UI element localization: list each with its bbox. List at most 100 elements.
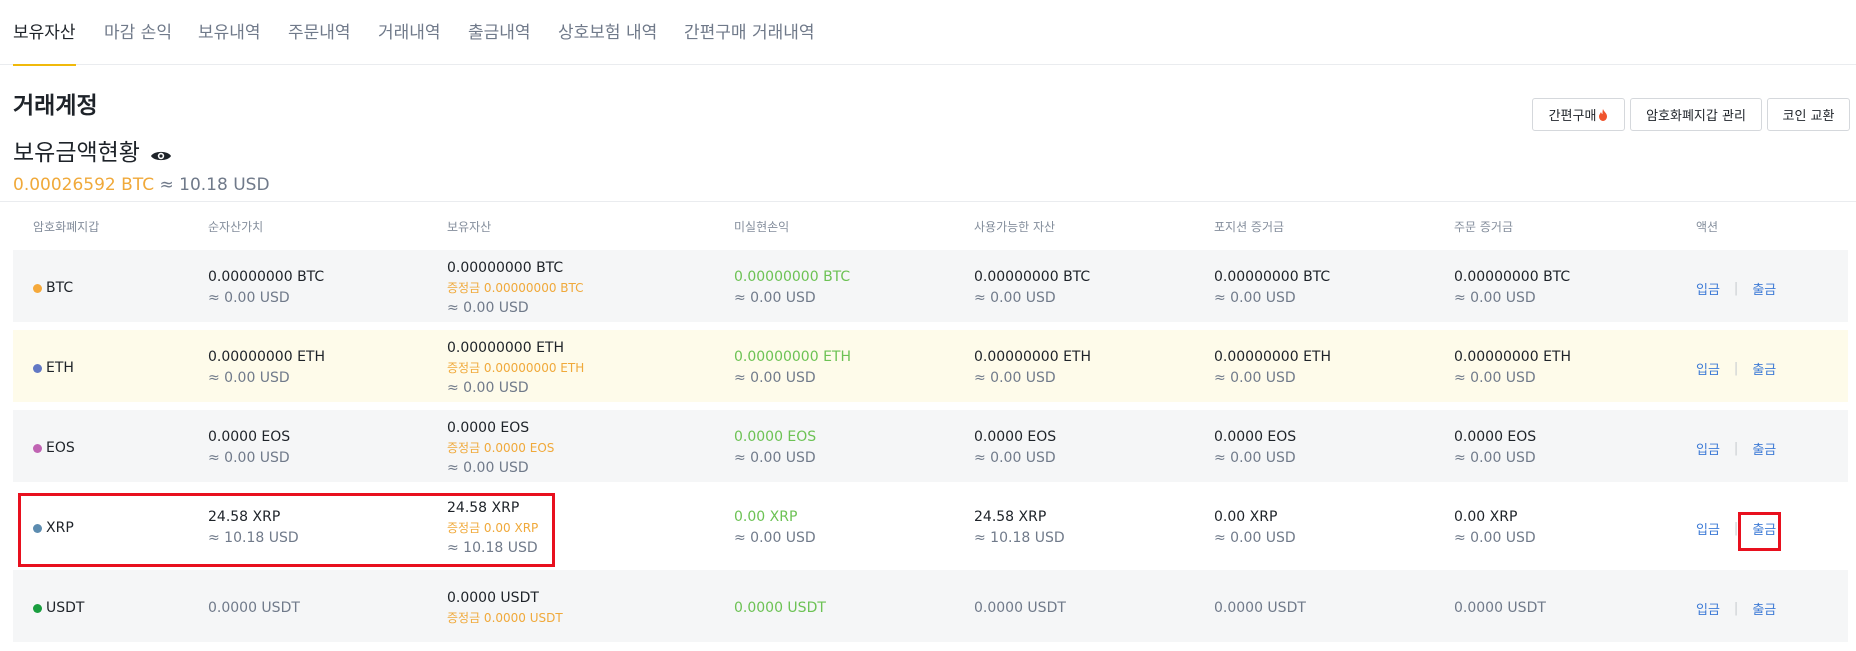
tab-closed-pnl[interactable]: 마감 손익 — [104, 18, 172, 65]
bonus-value: 증정금 0.00000000 ETH — [447, 360, 585, 375]
withdraw-link[interactable]: 출금 — [1752, 599, 1776, 618]
net-value-cell: 0.00000000 BTC ≈ 0.00 USD — [208, 250, 324, 326]
holdings-usd: ≈ 0.00 USD — [447, 299, 529, 316]
deposit-link[interactable]: 입금 — [1696, 279, 1720, 298]
pnl-value: 0.00000000 BTC — [734, 269, 851, 285]
order-margin-cell: 0.00000000 ETH ≈ 0.00 USD — [1454, 330, 1571, 406]
net-value-cell: 0.00000000 ETH ≈ 0.00 USD — [208, 330, 325, 406]
tab-trade-history[interactable]: 거래내역 — [378, 18, 441, 65]
row-actions: 입금 | 출금 — [1696, 330, 1776, 406]
row-actions: 입금 | 출금 — [1696, 410, 1776, 486]
page-title: 거래계정 — [13, 93, 98, 119]
order-margin-value: 0.00000000 BTC — [1454, 269, 1571, 285]
withdraw-link[interactable]: 출금 — [1752, 359, 1776, 378]
pnl-value: 0.00 XRP — [734, 509, 798, 525]
tab-holding-history[interactable]: 보유내역 — [198, 18, 261, 65]
table-row: EOS 0.0000 EOS ≈ 0.00 USD 0.0000 EOS 증정금… — [13, 410, 1848, 486]
pnl-usd: ≈ 0.00 USD — [734, 530, 816, 546]
position-margin-cell: 0.0000 EOS ≈ 0.00 USD — [1214, 410, 1296, 486]
bonus-value: 증정금 0.0000 EOS — [447, 440, 555, 455]
pnl-usd: ≈ 0.00 USD — [734, 290, 816, 306]
column-header-wallet: 암호화폐지갑 — [33, 220, 100, 234]
tab-quick-buy-history[interactable]: 간편구매 거래내역 — [684, 18, 815, 65]
fire-icon — [1598, 108, 1608, 121]
withdraw-link[interactable]: 출금 — [1752, 439, 1776, 458]
position-margin-cell: 0.0000 USDT — [1214, 570, 1306, 646]
deposit-link[interactable]: 입금 — [1696, 359, 1720, 378]
pnl-cell: 0.00 XRP ≈ 0.00 USD — [734, 490, 816, 566]
action-separator: | — [1733, 280, 1739, 296]
pnl-value: 0.0000 USDT — [734, 599, 826, 616]
position-margin-value: 0.0000 USDT — [1214, 599, 1306, 616]
available-cell: 24.58 XRP ≈ 10.18 USD — [974, 490, 1065, 566]
order-margin-value: 0.0000 EOS — [1454, 429, 1537, 445]
available-usd: ≈ 0.00 USD — [974, 370, 1056, 386]
available-cell: 0.00000000 ETH ≈ 0.00 USD — [974, 330, 1091, 406]
highlight-box-xrp-withdraw — [1738, 512, 1781, 551]
order-margin-usd: ≈ 0.00 USD — [1454, 530, 1536, 546]
coin-dot-icon — [33, 363, 42, 373]
holdings-cell: 0.0000 USDT 증정금 0.0000 USDT — [447, 570, 563, 646]
available-value: 0.0000 EOS — [974, 429, 1057, 445]
coin-exchange-button[interactable]: 코인 교환 — [1767, 98, 1850, 131]
tab-order-history[interactable]: 주문내역 — [288, 18, 351, 65]
position-margin-cell: 0.00000000 BTC ≈ 0.00 USD — [1214, 250, 1330, 326]
deposit-link[interactable]: 입금 — [1696, 439, 1720, 458]
action-separator: | — [1733, 360, 1739, 376]
column-header-unrealized-pnl: 미실현손익 — [734, 220, 790, 234]
coin-dot-icon — [33, 283, 42, 293]
column-header-order-margin: 주문 증거금 — [1454, 220, 1514, 234]
net-value-usd: ≈ 0.00 USD — [208, 370, 290, 386]
net-value-usd: ≈ 0.00 USD — [208, 450, 290, 466]
order-margin-usd: ≈ 0.00 USD — [1454, 370, 1536, 386]
position-margin-value: 0.00000000 BTC — [1214, 269, 1331, 285]
column-header-position-margin: 포지션 증거금 — [1214, 220, 1285, 234]
withdraw-link[interactable]: 출금 — [1752, 279, 1776, 298]
tab-insurance-history[interactable]: 상호보험 내역 — [558, 18, 657, 65]
order-margin-usd: ≈ 0.00 USD — [1454, 290, 1536, 306]
coin-cell: USDT — [33, 570, 84, 646]
action-separator: | — [1733, 440, 1739, 456]
bonus-value: 증정금 0.00000000 BTC — [447, 280, 584, 295]
quick-buy-label: 간편구매 — [1548, 109, 1597, 124]
coin-cell: BTC — [33, 250, 73, 326]
available-cell: 0.0000 EOS ≈ 0.00 USD — [974, 410, 1056, 486]
coin-label: USDT — [33, 598, 84, 619]
net-value: 0.0000 USDT — [208, 599, 300, 616]
eye-icon[interactable] — [150, 143, 172, 161]
wallet-manage-button[interactable]: 암호화폐지갑 관리 — [1630, 98, 1762, 131]
holdings-cell: 0.00000000 ETH 증정금 0.00000000 ETH ≈ 0.00… — [447, 330, 584, 406]
pnl-usd: ≈ 0.00 USD — [734, 450, 816, 466]
pnl-cell: 0.00000000 BTC ≈ 0.00 USD — [734, 250, 850, 326]
deposit-link[interactable]: 입금 — [1696, 599, 1720, 618]
column-header-action: 액션 — [1696, 220, 1719, 234]
tab-bar: 보유자산 마감 손익 보유내역 주문내역 거래내역 출금내역 상호보험 내역 간… — [0, 0, 1856, 66]
position-margin-usd: ≈ 0.00 USD — [1214, 530, 1296, 546]
total-balance-btc: 0.00026592 BTC — [13, 175, 155, 195]
position-margin-value: 0.00 XRP — [1214, 509, 1278, 525]
position-margin-usd: ≈ 0.00 USD — [1214, 370, 1296, 386]
coin-dot-icon — [33, 603, 42, 613]
total-balance: 0.00026592 BTC ≈ 10.18 USD — [13, 175, 270, 195]
pnl-usd: ≈ 0.00 USD — [734, 370, 816, 386]
tab-holdings[interactable]: 보유자산 — [13, 18, 76, 66]
coin-label: BTC — [33, 278, 73, 299]
net-value-usd: ≈ 0.00 USD — [208, 290, 290, 306]
pnl-cell: 0.00000000 ETH ≈ 0.00 USD — [734, 330, 851, 406]
deposit-link[interactable]: 입금 — [1696, 519, 1720, 538]
position-margin-cell: 0.00000000 ETH ≈ 0.00 USD — [1214, 330, 1331, 406]
column-header-net-value: 순자산가치 — [208, 220, 264, 234]
available-usd: ≈ 10.18 USD — [974, 530, 1065, 546]
coin-name: EOS — [46, 439, 75, 456]
net-value-cell: 0.0000 EOS ≈ 0.00 USD — [208, 410, 290, 486]
order-margin-usd: ≈ 0.00 USD — [1454, 450, 1536, 466]
order-margin-value: 0.00 XRP — [1454, 509, 1518, 525]
coin-name: ETH — [46, 359, 74, 376]
position-margin-cell: 0.00 XRP ≈ 0.00 USD — [1214, 490, 1296, 566]
quick-buy-button[interactable]: 간편구매 — [1532, 98, 1625, 131]
coin-name: USDT — [46, 599, 85, 616]
holdings-cell: 0.0000 EOS 증정금 0.0000 EOS ≈ 0.00 USD — [447, 410, 554, 486]
table-row: USDT 0.0000 USDT 0.0000 USDT 증정금 0.0000 … — [13, 570, 1848, 646]
tab-withdraw-history[interactable]: 출금내역 — [468, 18, 531, 65]
available-usd: ≈ 0.00 USD — [974, 290, 1056, 306]
